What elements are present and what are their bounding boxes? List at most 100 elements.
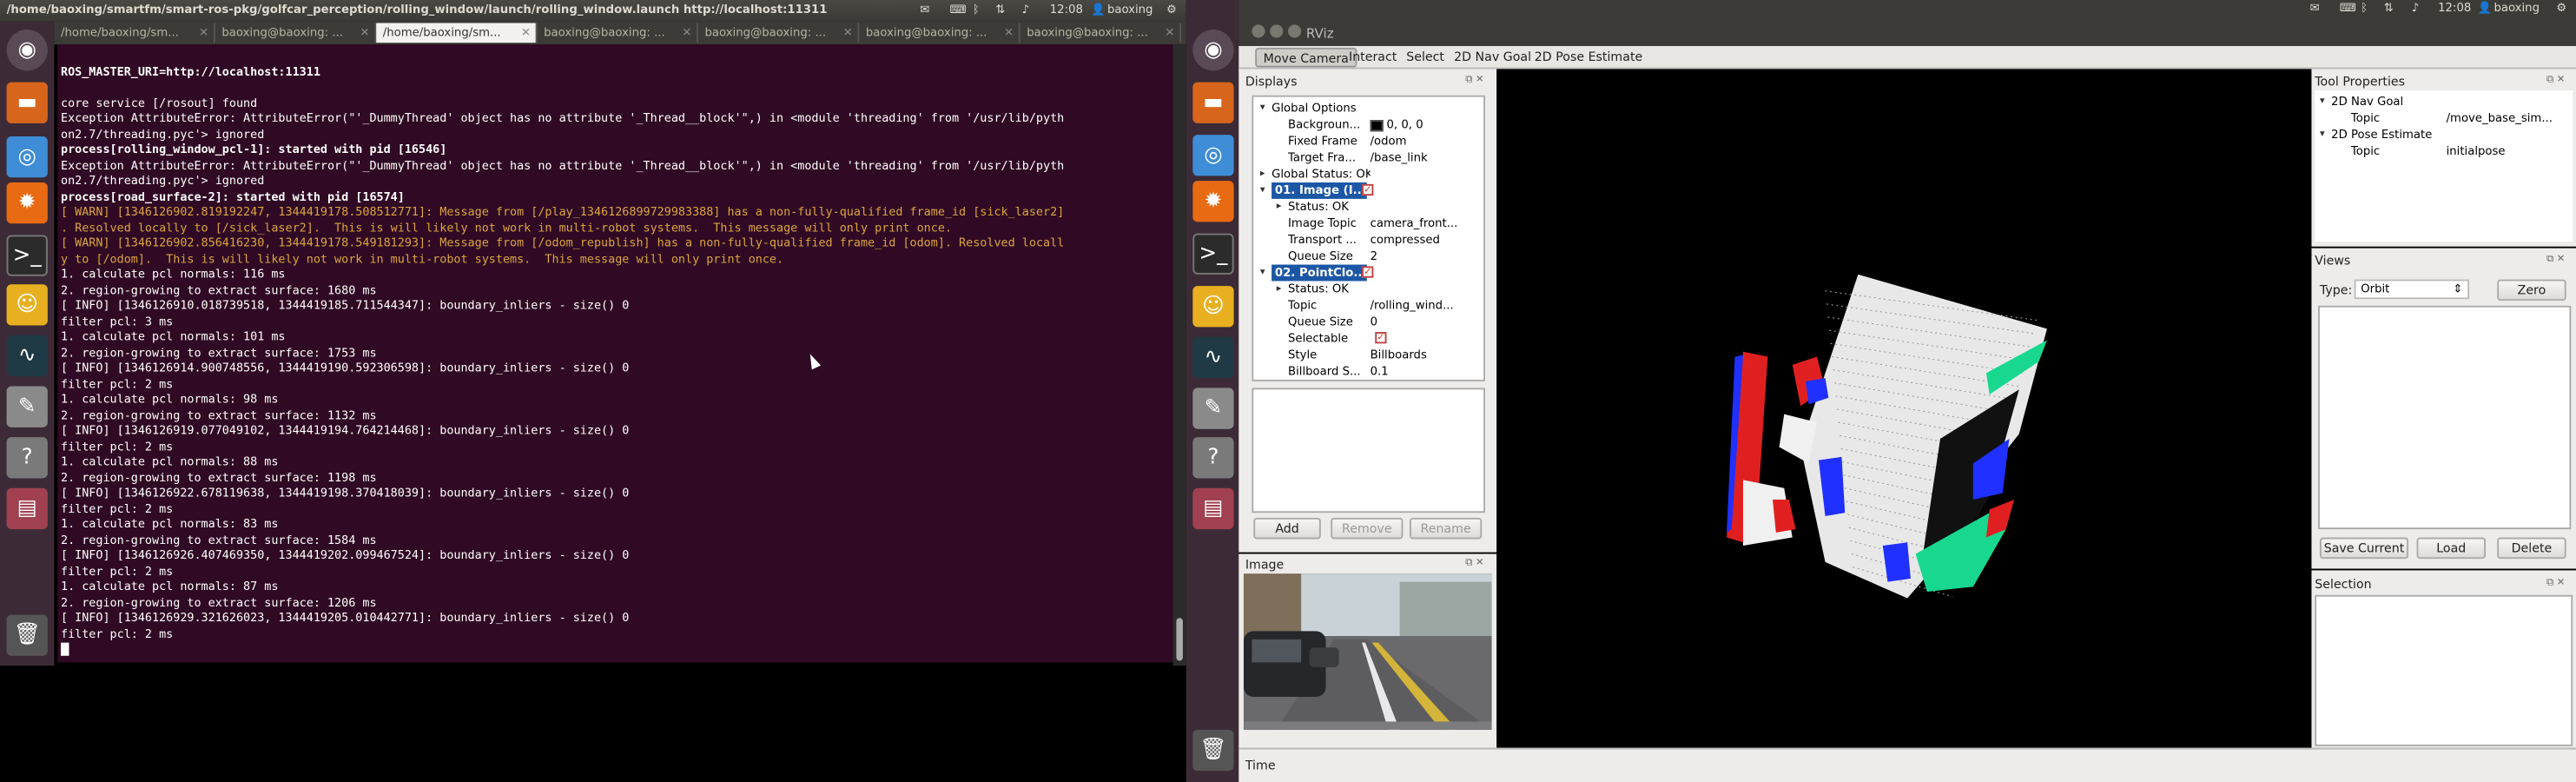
display-property-value[interactable]: 0 (1371, 314, 1474, 330)
tool-property-row[interactable]: Topic initialpose (2315, 143, 2573, 160)
help-icon[interactable]: ? (1192, 437, 1234, 479)
tool-properties-tree[interactable]: ▾ 2D Nav Goal Topic/move_base_sim... ▾ 2D Po… (2315, 90, 2573, 242)
display-tree-row[interactable]: Style Billboards (1253, 347, 1473, 363)
volume-icon[interactable]: ♪ (2412, 2, 2419, 15)
terminal-tab[interactable]: baoxing@baoxing: ... ✕ (1020, 23, 1182, 43)
close-icon[interactable]: ✕ (199, 23, 208, 43)
user-name[interactable]: baoxing (1107, 0, 1153, 22)
tool-property-row[interactable]: ▾ 2D Nav Goal (2315, 94, 2573, 110)
saved-views-list[interactable] (2318, 305, 2572, 530)
panel-float-close-icon[interactable]: ⧉ ✕ (2546, 577, 2565, 590)
display-tree-row[interactable]: ▸ Status: OK (1253, 199, 1473, 215)
trash-icon[interactable]: 🗑 (1192, 729, 1234, 772)
dash-icon[interactable]: ◉ (6, 30, 48, 71)
dash-icon[interactable]: ◉ (1192, 30, 1234, 71)
expand-arrow-icon[interactable]: ▾ (1260, 100, 1265, 116)
maximize-window-icon[interactable] (1288, 24, 1302, 38)
files-icon[interactable]: ▬ (1192, 82, 1234, 123)
display-tree-row[interactable]: Selectable ✓ (1253, 330, 1473, 347)
terminal-output[interactable]: ROS_MASTER_URI=http://localhost:11311 cor… (57, 44, 1183, 663)
firefox-icon[interactable]: ✹ (1192, 181, 1234, 222)
color-swatch[interactable] (1370, 120, 1384, 132)
load-view-button[interactable]: Load (2416, 537, 2486, 560)
expand-arrow-icon[interactable]: ▾ (1260, 265, 1265, 282)
display-property-value[interactable]: /odom (1371, 133, 1474, 149)
terminal-tab[interactable]: /home/baoxing/sm... ✕ (54, 23, 215, 43)
display-property-value[interactable]: /base_link (1371, 149, 1474, 166)
panel-float-close-icon[interactable]: ⧉ ✕ (1465, 74, 1483, 87)
mail-icon[interactable]: ✉ (920, 0, 929, 22)
remove-display-button[interactable]: Remove (1331, 517, 1404, 540)
files-icon[interactable]: ▬ (6, 82, 48, 123)
user-icon[interactable]: 👤 (2478, 2, 2492, 15)
display-tree-row[interactable]: Transport ... compressed (1253, 232, 1473, 249)
display-tree-row[interactable]: Billboard S... 0.1 (1253, 363, 1473, 380)
enable-checkbox[interactable]: ✓ (1362, 183, 1374, 196)
panel-float-close-icon[interactable]: ⧉ ✕ (1465, 557, 1483, 570)
close-icon[interactable]: ✕ (1004, 23, 1014, 43)
display-property-value[interactable]: camera_front... (1371, 215, 1474, 232)
display-tree-row[interactable]: Topic/rolling_wind... (1253, 297, 1473, 314)
close-icon[interactable]: ✕ (843, 23, 853, 43)
chromium-icon[interactable]: ◎ (1192, 135, 1234, 176)
trash-icon[interactable]: 🗑 (6, 614, 48, 656)
pidgin-icon[interactable]: ☺ (1192, 286, 1234, 328)
firefox-icon[interactable]: ✹ (6, 182, 48, 224)
enable-checkbox[interactable]: ✓ (1362, 266, 1374, 278)
user-name[interactable]: baoxing (2493, 2, 2540, 15)
chromium-icon[interactable]: ◎ (6, 136, 48, 178)
display-tree-row[interactable]: ▸ Global Status: OK (1253, 166, 1473, 182)
display-tree-row[interactable]: Queue Size 2 (1253, 249, 1473, 265)
display-tree-row[interactable]: Fixed Frame/odom (1253, 133, 1473, 149)
system-monitor-icon[interactable]: ∿ (6, 335, 48, 377)
system-monitor-icon[interactable]: ∿ (1192, 336, 1234, 379)
bluetooth-icon[interactable]: ᛒ (2361, 2, 2368, 15)
network-icon[interactable]: ⇅ (2384, 2, 2394, 15)
collapse-arrow-icon[interactable]: ▸ (1277, 199, 1282, 215)
clock[interactable]: 12:08 (1050, 0, 1083, 22)
pose-estimate-tool[interactable]: 2D Pose Estimate (1528, 48, 1649, 68)
terminal-tab[interactable]: baoxing@baoxing: ... ✕ (698, 23, 860, 43)
keyboard-icon[interactable]: ⌨ (949, 0, 966, 22)
help-icon[interactable]: ? (6, 437, 48, 479)
close-icon[interactable]: ✕ (1165, 23, 1174, 43)
gear-icon[interactable]: ⚙ (2556, 2, 2566, 15)
display-tree-row[interactable]: Queue Size 0 (1253, 314, 1473, 330)
terminal-scrollbar[interactable] (1172, 44, 1186, 666)
terminal-tab-active[interactable]: /home/baoxing/sm... ✕ (376, 23, 538, 43)
tool-property-row[interactable]: Topic/move_base_sim... (2315, 110, 2573, 127)
user-icon[interactable]: 👤 (1091, 0, 1105, 22)
3d-viewport[interactable] (1496, 69, 2305, 746)
rename-display-button[interactable]: Rename (1409, 517, 1483, 540)
close-window-icon[interactable] (1252, 24, 1265, 38)
gear-icon[interactable]: ⚙ (1166, 0, 1177, 22)
collapse-arrow-icon[interactable]: ▸ (1260, 166, 1265, 182)
terminal-tab[interactable]: baoxing@baoxing: ... ✕ (215, 23, 377, 43)
display-tree-row[interactable]: ▾ 01. Image (I... ✓ (1253, 182, 1473, 199)
keyboard-icon[interactable]: ⌨ (2340, 2, 2356, 15)
mail-icon[interactable]: ✉ (2310, 2, 2320, 15)
select-tool[interactable]: Select (1400, 48, 1451, 68)
tool-property-value[interactable]: initialpose (2447, 143, 2570, 160)
view-type-select[interactable]: Orbit ⇕ (2354, 279, 2470, 300)
panel-float-close-icon[interactable]: ⧉ ✕ (2546, 253, 2565, 266)
delete-view-button[interactable]: Delete (2497, 537, 2566, 560)
interact-tool[interactable]: Interact (1342, 48, 1403, 68)
display-tree-row[interactable]: ▸ Status: OK (1253, 281, 1473, 297)
display-tree-row[interactable]: ▾ Global Options (1253, 100, 1473, 116)
display-tree-row[interactable]: Image Topic camera_front... (1253, 215, 1473, 232)
display-tree-row[interactable]: ▾ 02. PointClo... ✓ (1253, 264, 1473, 282)
display-property-value[interactable]: 0.1 (1371, 363, 1474, 380)
terminal-scrollbar-thumb[interactable] (1176, 618, 1183, 661)
display-property-value[interactable]: Billboards (1371, 347, 1474, 363)
display-property-value[interactable]: 2 (1371, 249, 1474, 265)
bluetooth-icon[interactable]: ᛒ (973, 0, 980, 22)
terminal-icon[interactable]: >_ (1192, 233, 1234, 275)
zero-view-button[interactable]: Zero (2497, 279, 2566, 302)
nav-goal-tool[interactable]: 2D Nav Goal (1447, 48, 1537, 68)
close-icon[interactable]: ✕ (360, 23, 369, 43)
terminal-prompt[interactable] (60, 641, 1179, 657)
collapse-arrow-icon[interactable]: ▸ (1277, 281, 1282, 297)
terminal-icon[interactable]: >_ (6, 235, 48, 276)
pidgin-icon[interactable]: ☺ (6, 284, 48, 326)
